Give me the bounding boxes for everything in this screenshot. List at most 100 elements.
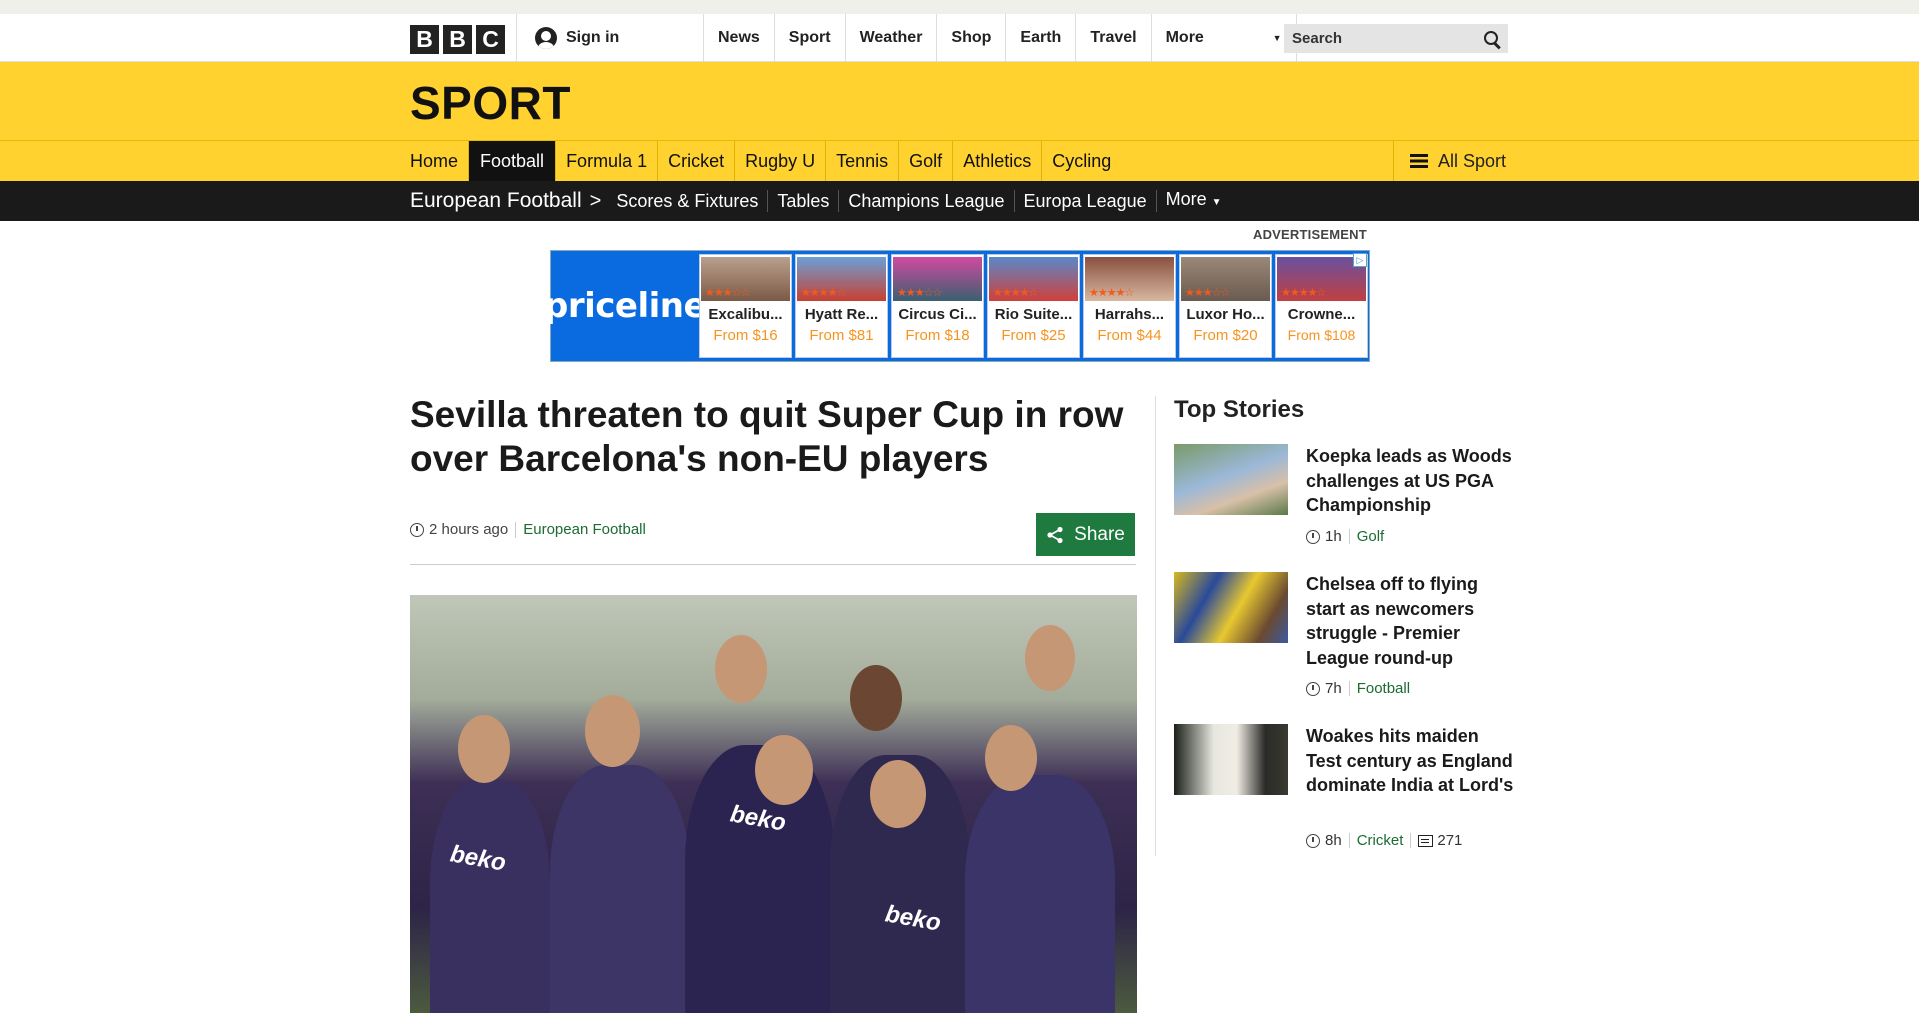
global-nav-travel[interactable]: Travel — [1076, 14, 1152, 62]
section-subnav: European Football > Scores & Fixtures Ta… — [0, 181, 1919, 221]
star-rating-icon: ★★★☆☆ — [1185, 287, 1230, 299]
meta-divider — [1348, 833, 1350, 848]
signin-link[interactable]: Sign in — [516, 14, 703, 62]
global-nav-sport[interactable]: Sport — [775, 14, 846, 62]
section-link[interactable]: European Football — [410, 189, 582, 213]
player-head — [715, 635, 767, 703]
hotel-card[interactable]: ★★★☆☆ Excalibu... From $16 — [699, 254, 792, 358]
bbc-logo-letter: C — [476, 25, 505, 54]
all-sport-button[interactable]: All Sport — [1393, 141, 1506, 181]
subnav-champions-league[interactable]: Champions League — [839, 190, 1015, 212]
sport-nav-golf[interactable]: Golf — [899, 141, 954, 181]
article-hero-image[interactable]: beko beko beko — [410, 595, 1137, 1013]
sport-nav-tennis[interactable]: Tennis — [826, 141, 900, 181]
star-rating-icon: ★★★★☆ — [1281, 287, 1326, 299]
sport-nav: Home Football Formula 1 Cricket Rugby U … — [0, 140, 1919, 181]
bbc-logo[interactable]: B B C — [410, 25, 505, 54]
player-head — [985, 725, 1037, 791]
share-label: Share — [1074, 523, 1125, 545]
player-head — [585, 695, 640, 767]
story-comment-count[interactable]: 271 — [1437, 832, 1462, 849]
subnav-scores-fixtures[interactable]: Scores & Fixtures — [607, 190, 769, 212]
sport-nav-football[interactable]: Football — [469, 141, 557, 181]
sport-nav-cycling[interactable]: Cycling — [1042, 141, 1121, 181]
sport-nav-athletics[interactable]: Athletics — [953, 141, 1043, 181]
top-stories-title: Top Stories — [1174, 396, 1305, 423]
story-meta: 1h Golf — [1306, 528, 1384, 545]
sport-nav-home[interactable]: Home — [410, 141, 470, 181]
global-nav-weather[interactable]: Weather — [846, 14, 938, 62]
player-figure — [550, 765, 690, 1013]
share-icon — [1047, 526, 1063, 543]
player-head — [458, 715, 510, 783]
subnav-more[interactable]: More ▼ — [1157, 188, 1231, 214]
player-figure — [430, 780, 550, 1013]
hotel-name: Circus Ci... — [898, 306, 977, 323]
divider — [410, 564, 1136, 565]
story-title[interactable]: Koepka leads as Woods challenges at US P… — [1306, 444, 1516, 518]
story-thumbnail[interactable] — [1174, 444, 1288, 515]
sport-nav-cricket[interactable]: Cricket — [658, 141, 736, 181]
story-topic-link[interactable]: Football — [1357, 680, 1410, 697]
search-input[interactable]: Search — [1284, 24, 1508, 53]
article-meta: 2 hours ago European Football — [410, 521, 646, 538]
hotel-photo: ★★★★☆ — [1085, 257, 1174, 301]
hotel-card[interactable]: ★★★☆☆ Luxor Ho... From $20 — [1179, 254, 1272, 358]
hotel-photo: ★★★★☆ — [797, 257, 886, 301]
hotel-card[interactable]: ★★★☆☆ Circus Ci... From $18 — [891, 254, 984, 358]
hotel-photo: ★★★☆☆ — [701, 257, 790, 301]
sport-title[interactable]: SPORT — [410, 76, 571, 130]
priceline-logo[interactable]: priceline — [544, 251, 707, 361]
hotel-card[interactable]: ★★★★☆ Harrahs... From $44 — [1083, 254, 1176, 358]
hotel-list: ★★★☆☆ Excalibu... From $16 ★★★★☆ Hyatt R… — [699, 251, 1368, 361]
top-story-item[interactable]: Woakes hits maiden Test century as Engla… — [1174, 724, 1514, 854]
hotel-photo: ★★★★☆ — [989, 257, 1078, 301]
hotel-card[interactable]: ★★★★☆ Hyatt Re... From $81 — [795, 254, 888, 358]
clock-icon — [410, 522, 424, 537]
search-placeholder: Search — [1292, 30, 1343, 47]
article-time: 2 hours ago — [429, 521, 509, 538]
bbc-logo-letter: B — [410, 25, 439, 54]
clock-icon — [1306, 681, 1320, 696]
subnav-tables[interactable]: Tables — [768, 190, 840, 212]
hotel-card[interactable]: ★★★★☆ Rio Suite... From $25 — [987, 254, 1080, 358]
search-icon[interactable] — [1484, 30, 1500, 47]
global-nav-earth[interactable]: Earth — [1006, 14, 1077, 62]
hotel-price: From $44 — [1097, 327, 1162, 344]
global-nav-more[interactable]: More ▼ — [1152, 14, 1297, 62]
hotel-price: From $25 — [1001, 327, 1066, 344]
sport-nav-rugby-u[interactable]: Rugby U — [735, 141, 827, 181]
hotel-card[interactable]: ★★★★☆ Crowne... From $108 — [1275, 254, 1368, 358]
clock-icon — [1306, 529, 1320, 544]
adchoices-icon[interactable]: ▷ — [1353, 253, 1367, 267]
top-story-item[interactable]: Chelsea off to flying start as newcomers… — [1174, 572, 1514, 702]
story-thumbnail[interactable] — [1174, 572, 1288, 643]
story-title[interactable]: Chelsea off to flying start as newcomers… — [1306, 572, 1516, 670]
player-head — [870, 760, 926, 828]
sport-nav-formula-1[interactable]: Formula 1 — [556, 141, 659, 181]
meta-divider — [1348, 681, 1350, 696]
global-nav-shop[interactable]: Shop — [937, 14, 1007, 62]
hotel-name: Crowne... — [1287, 306, 1356, 323]
menu-icon — [1410, 154, 1428, 168]
share-button[interactable]: Share — [1036, 513, 1135, 556]
top-story-item[interactable]: Koepka leads as Woods challenges at US P… — [1174, 444, 1514, 554]
story-thumbnail[interactable] — [1174, 724, 1288, 795]
subnav-europa-league[interactable]: Europa League — [1015, 190, 1157, 212]
sport-banner: SPORT — [0, 62, 1919, 140]
story-topic-link[interactable]: Cricket — [1357, 832, 1404, 849]
hotel-price: From $20 — [1193, 327, 1258, 344]
meta-divider — [515, 521, 517, 538]
story-topic-link[interactable]: Golf — [1357, 528, 1385, 545]
subnav-more-label: More — [1165, 189, 1207, 209]
hotel-price: From $18 — [905, 327, 970, 344]
global-nav-news[interactable]: News — [704, 14, 775, 62]
player-head — [1025, 625, 1075, 691]
global-nav-more-label: More — [1165, 29, 1204, 46]
advertisement-label: ADVERTISEMENT — [1253, 227, 1367, 242]
hotel-name: Excalibu... — [708, 306, 783, 323]
priceline-ad[interactable]: priceline ★★★☆☆ Excalibu... From $16 ★★★… — [544, 250, 1370, 362]
article-topic-link[interactable]: European Football — [523, 521, 646, 538]
hotel-price: From $81 — [809, 327, 874, 344]
story-title[interactable]: Woakes hits maiden Test century as Engla… — [1306, 724, 1516, 798]
